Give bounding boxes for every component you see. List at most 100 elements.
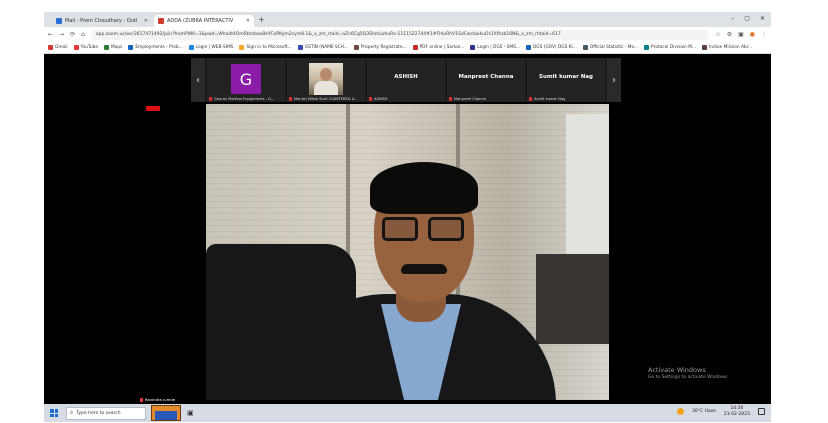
- bookmark-item[interactable]: Protocol Division M...: [644, 45, 696, 50]
- close-tab-icon[interactable]: ✕: [246, 18, 250, 24]
- bookmark-favicon-icon: [353, 45, 359, 50]
- bookmark-label: Property Registrate...: [360, 45, 407, 50]
- muted-mic-icon: [140, 397, 143, 402]
- reload-button[interactable]: ⟳: [70, 31, 75, 38]
- active-speaker-video: [206, 104, 609, 400]
- home-button[interactable]: ⌂: [81, 31, 85, 38]
- prev-participants-button[interactable]: ‹: [191, 58, 205, 102]
- muted-mic-icon: [529, 97, 532, 101]
- bookmark-favicon-icon: [525, 45, 531, 50]
- bookmark-item[interactable]: Maps: [104, 45, 122, 50]
- bookmark-label: Maps: [111, 45, 123, 50]
- bookmark-item[interactable]: Login | WEB-SIMS: [188, 45, 233, 50]
- bookmark-label: Protocol Division M...: [651, 45, 697, 50]
- task-view-icon[interactable]: ▣: [187, 409, 194, 417]
- weather-text[interactable]: 30°C Haze: [692, 409, 716, 414]
- url-text: app.zoom.us/wc/3617471492/join?fromPWA=1…: [95, 32, 561, 37]
- bookmark-item[interactable]: GSTIN (NAME SCH...: [297, 45, 348, 50]
- participant-tile[interactable]: ASHISH ASHISH: [367, 58, 445, 102]
- speaker-mustache: [401, 264, 447, 274]
- back-button[interactable]: ←: [48, 31, 53, 38]
- pinned-app-icon[interactable]: [151, 405, 181, 421]
- menu-icon[interactable]: ⋮: [761, 31, 767, 38]
- participant-tile[interactable]: Manish Mittal Stuti CHARTERED A...: [287, 58, 365, 102]
- activation-title: Activate Windows: [648, 366, 706, 374]
- bookmark-item[interactable]: Indian Mission Abr...: [702, 45, 752, 50]
- participant-photo: [309, 63, 343, 95]
- browser-tab-strip: Mail - Prem Choudhary - Outl ✕ ADDA (ZUB…: [44, 12, 771, 27]
- bookmark-label: DGS (GOV) DGS Ki...: [532, 45, 577, 50]
- sidebar-icon[interactable]: ▣: [738, 31, 744, 38]
- profile-icon[interactable]: ●: [750, 31, 755, 38]
- bookmark-item[interactable]: Sign in to Microsoft...: [239, 45, 292, 50]
- taskbar-clock[interactable]: 14:30 21-02-2023: [724, 406, 750, 417]
- participant-name: ASHISH: [394, 74, 418, 80]
- participant-name: Manpreet Channa: [458, 74, 514, 80]
- toolbar-icons: ☆ ⚙ ▣ ● ⋮: [715, 31, 767, 38]
- search-placeholder: Type here to search: [76, 410, 121, 416]
- participant-tile[interactable]: G Gaurav Medical Equipments - G...: [207, 58, 285, 102]
- tab-outlook-mail[interactable]: Mail - Prem Choudhary - Outl ✕: [52, 15, 152, 27]
- next-participants-button[interactable]: ›: [607, 58, 621, 102]
- participant-name: Sumit kumar Nag: [539, 74, 593, 80]
- weather-sun-icon: [677, 408, 685, 416]
- forward-button[interactable]: →: [59, 31, 64, 38]
- bookmark-label: YouTube: [80, 45, 99, 50]
- bookmark-favicon-icon: [297, 45, 303, 50]
- bookmark-item[interactable]: PDF online | Sarkar...: [412, 45, 464, 50]
- bookmark-item[interactable]: Official Statistic - Mo...: [582, 45, 638, 50]
- glasses-left-lens: [382, 217, 418, 241]
- new-tab-button[interactable]: +: [258, 15, 265, 24]
- participant-tile[interactable]: Manpreet Channa Manpreet Channa: [447, 58, 525, 102]
- bookmark-favicon-icon: [239, 45, 245, 50]
- participant-caption: ASHISH: [369, 97, 388, 101]
- muted-mic-icon: [449, 97, 452, 101]
- background-cabinet: [536, 254, 609, 344]
- tab-zoom-meeting[interactable]: ADDA (ZUBRA INTERACTIV ✕: [154, 15, 254, 27]
- tab-title: Mail - Prem Choudhary - Outl: [65, 18, 138, 24]
- maximize-button[interactable]: ▢: [744, 15, 750, 22]
- bookmark-item[interactable]: Property Registrate...: [353, 45, 407, 50]
- minimize-button[interactable]: –: [731, 15, 734, 22]
- background-door: [566, 114, 609, 254]
- bookmark-label: GSTIN (NAME SCH...: [304, 45, 348, 50]
- search-icon: ⌕: [70, 409, 74, 416]
- participant-avatar: G: [231, 64, 261, 94]
- bookmark-item[interactable]: DGS (GOV) DGS Ki...: [525, 45, 577, 50]
- outlook-favicon-icon: [56, 18, 62, 24]
- bookmark-item[interactable]: Gmail: [48, 45, 68, 50]
- participant-tile[interactable]: Sumit kumar Nag Sumit kumar Nag: [527, 58, 605, 102]
- bookmark-favicon-icon: [48, 45, 53, 50]
- bookmark-label: Employments - Prob...: [135, 45, 183, 50]
- notification-icon[interactable]: [758, 408, 765, 416]
- bookmark-favicon-icon: [104, 45, 110, 50]
- extensions-icon[interactable]: ⚙: [727, 31, 732, 38]
- status-badge: [146, 106, 160, 111]
- windows-start-icon[interactable]: [50, 409, 58, 417]
- bookmark-favicon-icon: [644, 45, 650, 50]
- bookmark-favicon-icon: [702, 45, 708, 50]
- bookmark-star-icon[interactable]: ☆: [715, 31, 720, 38]
- bookmark-favicon-icon: [582, 45, 588, 50]
- windows-taskbar: ⌕ Type here to search ▣ 30°C Haze 14:30 …: [44, 404, 771, 422]
- participant-caption: Manish Mittal Stuti CHARTERED A...: [289, 97, 358, 101]
- participant-caption: Gaurav Medical Equipments - G...: [209, 97, 274, 101]
- window-controls: – ▢ ✕: [731, 15, 765, 22]
- activate-windows-watermark: Activate Windows Go to Settings to activ…: [648, 366, 729, 380]
- address-bar[interactable]: app.zoom.us/wc/3617471492/join?fromPWA=1…: [90, 29, 710, 40]
- bookmark-label: Sign in to Microsoft...: [246, 45, 292, 50]
- bookmark-item[interactable]: Login | DGS - SMS...: [470, 45, 520, 50]
- close-tab-icon[interactable]: ✕: [144, 18, 148, 24]
- taskbar-search-input[interactable]: ⌕ Type here to search: [66, 406, 146, 420]
- zoom-meeting-area: ‹ G Gaurav Medical Equipments - G... Man…: [44, 54, 771, 404]
- desktop-screen: Mail - Prem Choudhary - Outl ✕ ADDA (ZUB…: [44, 12, 771, 422]
- close-window-button[interactable]: ✕: [760, 15, 765, 22]
- tab-title: ADDA (ZUBRA INTERACTIV: [167, 18, 234, 24]
- self-view-name: Ravindra Jumde: [140, 397, 175, 402]
- bookmark-item[interactable]: YouTube: [73, 45, 99, 50]
- bookmark-item[interactable]: Employments - Prob...: [128, 45, 183, 50]
- activation-subtitle: Go to Settings to activate Windows.: [648, 375, 729, 380]
- browser-toolbar: ← → ⟳ ⌂ app.zoom.us/wc/3617471492/join?f…: [44, 27, 771, 42]
- muted-mic-icon: [369, 97, 372, 101]
- muted-mic-icon: [209, 97, 212, 101]
